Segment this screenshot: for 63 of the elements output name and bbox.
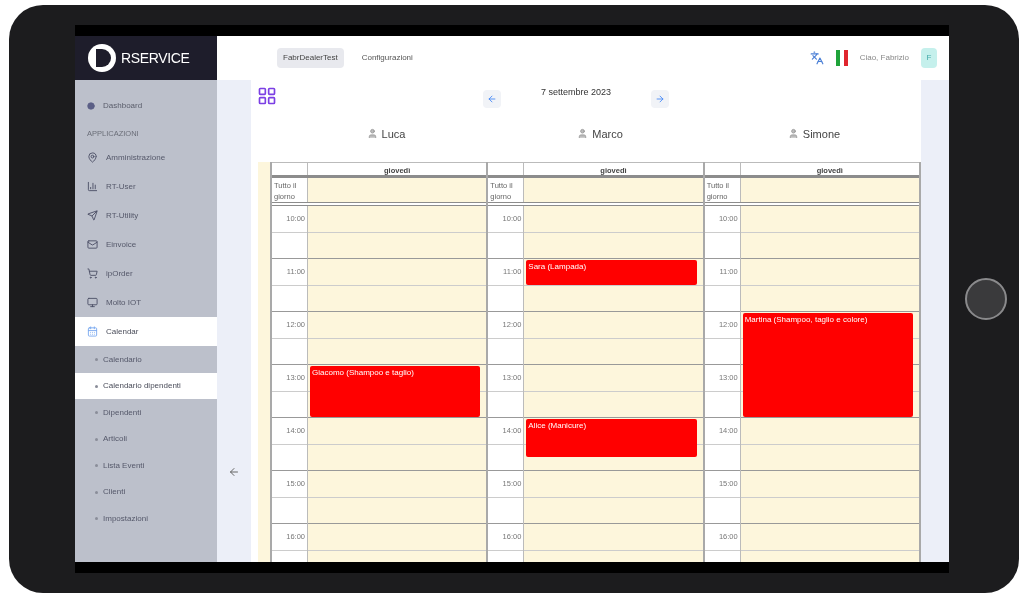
employee-name: Luca	[381, 127, 406, 142]
logo-emblem-icon	[87, 43, 117, 73]
avatar[interactable]: F	[921, 48, 937, 68]
sidebar-item[interactable]: Amministrazione	[75, 143, 217, 173]
home-button[interactable]	[965, 278, 1007, 320]
language-icon[interactable]	[809, 51, 824, 65]
bullet-icon	[95, 411, 98, 414]
calendar-event[interactable]: Alice (Manicure)	[526, 419, 697, 457]
flag-icon[interactable]	[835, 50, 848, 66]
sidebar-item[interactable]: Dashboard	[75, 92, 217, 120]
employee-name: Simone	[802, 127, 841, 142]
previous-button[interactable]	[482, 90, 501, 108]
submenu-label: Calendario	[103, 353, 142, 366]
next-button[interactable]	[651, 90, 669, 108]
menu-icon	[87, 268, 98, 280]
submenu-label: Impostazioni	[103, 512, 148, 525]
sidebar-item[interactable]: RT-Utility	[75, 201, 217, 231]
dot-icon	[87, 102, 95, 110]
submenu-label: Dipendenti	[103, 406, 142, 419]
person-icon	[577, 128, 589, 139]
sidebar-item[interactable]: Calendar	[75, 317, 217, 347]
sidebar-item[interactable]: Molto IOT	[75, 288, 217, 318]
arrow-right-icon	[655, 94, 665, 104]
bullet-icon	[95, 384, 98, 388]
submenu-label: Lista Eventi	[103, 459, 145, 472]
sidebar-item[interactable]: Einvoice	[75, 230, 217, 260]
calendar-event[interactable]: Giacomo (Shampoo e taglio)	[310, 366, 481, 417]
calendar-event[interactable]: Martina (Shampoo, taglio e colore)	[742, 313, 913, 417]
sidebar-item[interactable]: RT-User	[75, 172, 217, 202]
submenu-item[interactable]: Clienti	[75, 478, 217, 506]
submenu-label: Articoli	[103, 433, 127, 445]
bullet-icon	[95, 464, 98, 467]
collapse-arrow-icon[interactable]	[228, 466, 240, 478]
grid-icon[interactable]	[257, 86, 277, 106]
submenu-item[interactable]: Impostazioni	[75, 505, 217, 532]
person-icon	[366, 128, 378, 139]
menu-icon	[87, 326, 98, 338]
sidebar-item[interactable]: ipOrder	[75, 259, 217, 289]
employee-name: Marco	[592, 127, 623, 142]
menu-icon	[87, 181, 98, 193]
submenu-item[interactable]: Calendario dipendenti	[75, 372, 217, 400]
arrow-left-icon	[486, 94, 497, 104]
nav-tab[interactable]: Configurazioni	[355, 48, 419, 68]
bullet-icon	[95, 358, 98, 361]
menu-icon	[87, 297, 98, 309]
submenu-item[interactable]: Articoli	[75, 425, 217, 453]
greeting: Ciao, Fabrizio	[859, 52, 909, 64]
person-icon	[787, 128, 799, 139]
menu-icon	[87, 210, 98, 222]
submenu-item[interactable]: Lista Eventi	[75, 452, 217, 479]
submenu-item[interactable]: Calendario	[75, 346, 217, 373]
submenu-item[interactable]: Dipendenti	[75, 399, 217, 426]
date-title: 7 settembre 2023	[540, 86, 611, 99]
menu-icon	[87, 239, 98, 251]
nav-tab[interactable]: FabrDealerTest	[277, 48, 344, 68]
bullet-icon	[95, 490, 98, 494]
logo-text: RSERVICE	[121, 48, 190, 68]
menu-icon	[87, 152, 98, 164]
submenu-label: Calendario dipendenti	[103, 380, 181, 392]
bullet-icon	[95, 517, 98, 520]
calendar-event[interactable]: Sara (Lampada)	[526, 260, 697, 285]
bullet-icon	[95, 437, 98, 441]
submenu-label: Clienti	[103, 486, 126, 498]
